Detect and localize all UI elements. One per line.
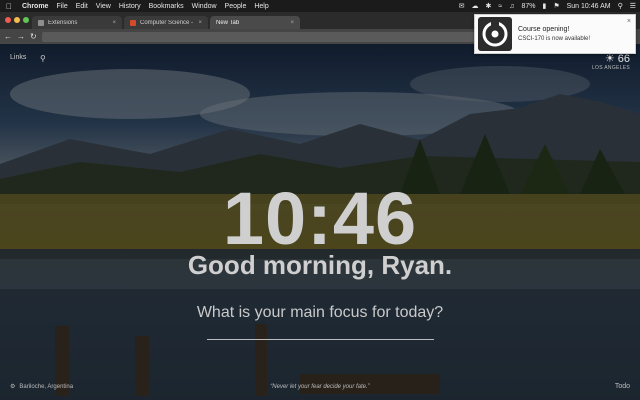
cloud-icon[interactable]: ☁ [471,2,478,10]
macos-menubar:  Chrome File Edit View History Bookmark… [0,0,640,12]
daily-quote: “Never let your fear decide your fate.” [270,384,370,390]
tab-computer-science[interactable]: Computer Science - UIUC × [124,16,208,29]
minimize-window-button[interactable] [14,17,20,23]
menu-people[interactable]: People [225,3,247,10]
tab-new-tab[interactable]: New Tab × [210,16,300,29]
search-icon[interactable]: ⚲ [40,54,46,63]
weather-widget[interactable]: ☀ 66 LOS ANGELES [592,52,630,71]
menu-chrome[interactable]: Chrome [22,3,48,10]
tab-title: Computer Science - UIUC [140,19,194,26]
tab-extensions[interactable]: Extensions × [32,16,122,29]
menu-window[interactable]: Window [192,3,217,10]
links-button[interactable]: Links [10,54,26,61]
extensions-favicon-icon [38,19,44,26]
menubar-status-area: ✉ ☁ ✱ ≈ ♫ 87% ▮ ⚑ Sun 10:46 AM ⚲ ☰ [459,2,636,11]
flag-icon[interactable]: ⚑ [553,2,559,10]
spotlight-search-icon[interactable]: ⚲ [618,2,623,10]
weather-sun-icon: ☀ [604,53,615,65]
notification-center-icon[interactable]: ☰ [630,2,636,10]
battery-icon[interactable]: ▮ [542,2,546,10]
wifi-icon[interactable]: ≈ [498,3,502,10]
menu-help[interactable]: Help [254,3,268,10]
close-notification-icon[interactable]: × [627,18,631,25]
notification-bell-icon[interactable]: ✉ [459,2,465,10]
menu-file[interactable]: File [56,3,67,10]
clock: 10:46 [222,177,418,260]
volume-icon[interactable]: ♫ [509,3,514,10]
menu-view[interactable]: View [96,3,111,10]
close-tab-icon[interactable]: × [198,20,202,26]
close-tab-icon[interactable]: × [112,20,116,26]
close-tab-icon[interactable]: × [290,20,294,26]
uiuc-favicon-icon [130,19,136,26]
app-logo-icon [478,17,512,51]
battery-percent[interactable]: 87% [521,3,535,10]
apple-menu-icon[interactable]:  [4,2,14,11]
course-notification[interactable]: Course opening! CSCI-170 is now availabl… [474,14,636,54]
notification-title: Course opening! [518,26,570,33]
menu-history[interactable]: History [119,3,141,10]
tab-title: New Tab [216,19,240,26]
menu-edit[interactable]: Edit [76,3,88,10]
clock-text[interactable]: Sun 10:46 AM [567,3,611,10]
maximize-window-button[interactable] [23,17,29,23]
back-icon[interactable]: ← [4,32,12,41]
close-window-button[interactable] [5,17,11,23]
menu-bookmarks[interactable]: Bookmarks [149,3,184,10]
weather-temperature: 66 [617,53,630,65]
bluetooth-icon[interactable]: ✱ [485,2,491,10]
notification-body: CSCI-170 is now available! [518,36,591,42]
reload-icon[interactable]: ↻ [30,32,37,41]
tab-title: Extensions [48,19,78,26]
focus-prompt: What is your main focus for today? [196,304,444,321]
forward-icon[interactable]: → [17,32,25,41]
new-tab-page: Links ⚲ ☀ 66 LOS ANGELES 10:46 Good morn… [0,44,640,400]
weather-location: LOS ANGELES [591,65,630,71]
greeting: Good morning, Ryan. [187,250,453,280]
window-controls [5,17,29,23]
focus-input[interactable] [207,339,434,340]
todo-button[interactable]: Todo [615,383,630,390]
